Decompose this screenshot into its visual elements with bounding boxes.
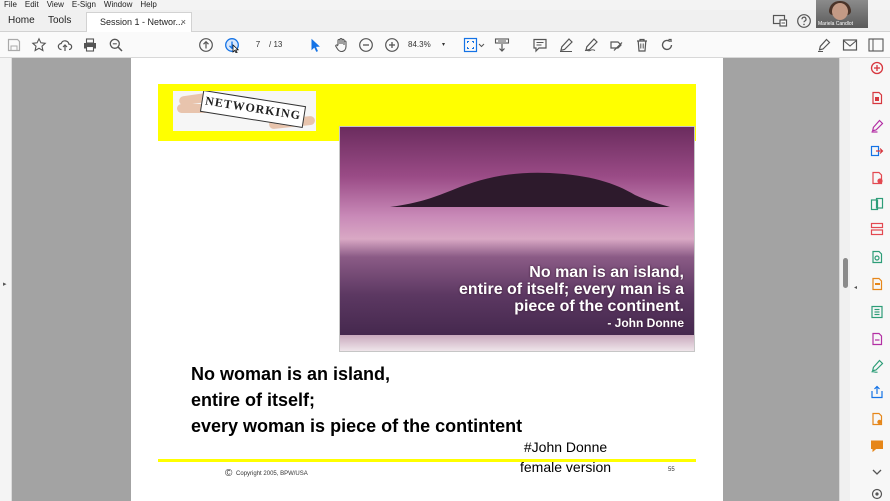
signature-line: #John Donne xyxy=(523,439,608,455)
customize-tools-icon[interactable] xyxy=(869,486,885,501)
tab-tools[interactable]: Tools xyxy=(48,10,71,32)
zoom-in-icon[interactable] xyxy=(384,37,400,53)
tab-document[interactable]: Session 1 - Networ... × xyxy=(86,12,192,32)
menu-view[interactable]: View xyxy=(43,0,68,10)
participant-name: Mariela Candlot xyxy=(818,21,854,27)
previous-page-icon[interactable] xyxy=(198,37,214,53)
redact-icon[interactable] xyxy=(869,276,885,292)
quote-line: entire of itself; every man is a xyxy=(459,281,684,298)
email-icon[interactable] xyxy=(842,37,858,53)
rotate-icon[interactable] xyxy=(659,37,675,53)
delete-trash-icon[interactable] xyxy=(634,37,650,53)
fill-sign-tool-icon[interactable] xyxy=(869,304,885,320)
create-pdf-icon[interactable] xyxy=(869,60,885,76)
select-cursor-icon[interactable] xyxy=(307,37,323,53)
cloud-upload-icon[interactable] xyxy=(57,37,73,53)
pdf-page: NETWORKING No man is an island, entire o… xyxy=(131,58,723,501)
bookmark-star-icon[interactable] xyxy=(31,37,47,53)
expand-left-pane-icon[interactable]: ▸ xyxy=(3,280,7,288)
export-pdf-icon[interactable] xyxy=(869,118,885,134)
scrolling-mode-icon[interactable] xyxy=(494,37,510,53)
slide-body-text: No woman is an island, entire of itself;… xyxy=(191,361,522,439)
quote-line: No man is an island, xyxy=(529,264,684,281)
hand-tool-icon[interactable] xyxy=(333,37,349,53)
menu-esign[interactable]: E-Sign xyxy=(68,0,100,10)
zoom-level-value: 84.3% xyxy=(408,40,431,49)
vertical-scrollbar[interactable] xyxy=(839,58,850,501)
quote-overlay: No man is an island, entire of itself; e… xyxy=(384,264,684,331)
body-line: every woman is piece of the contintent xyxy=(191,416,523,436)
comment-tool-icon[interactable] xyxy=(869,438,885,454)
fill-sign-icon[interactable] xyxy=(608,37,624,53)
total-pages: / 13 xyxy=(269,40,283,49)
menu-bar: File Edit View E-Sign Window Help xyxy=(0,0,890,10)
fit-page-icon[interactable] xyxy=(463,37,485,53)
protect-icon[interactable] xyxy=(869,249,885,265)
combine-files-icon[interactable] xyxy=(869,170,885,186)
quote-line: piece of the continent. xyxy=(514,298,684,315)
copyright-text: Copyright 2005, BPW/USA xyxy=(236,471,308,478)
menu-file[interactable]: File xyxy=(0,0,21,10)
left-nav-pane[interactable]: ▸ xyxy=(0,58,12,501)
edit-pdf-icon[interactable] xyxy=(869,90,885,106)
search-zoom-icon[interactable] xyxy=(108,37,124,53)
body-line: No woman is an island, xyxy=(191,364,391,384)
zoom-level-dropdown[interactable]: 84.3% ▾ xyxy=(408,38,450,52)
organize-pages-icon[interactable] xyxy=(869,144,885,160)
stamp-icon[interactable] xyxy=(869,411,885,427)
menu-window[interactable]: Window xyxy=(100,0,136,10)
toolbar: 7 / 13 84.3% ▾ xyxy=(0,32,890,58)
participant-face xyxy=(832,3,848,20)
screen-share-icon[interactable] xyxy=(772,13,788,29)
chevron-down-icon: ▾ xyxy=(442,42,446,48)
close-tab-icon[interactable]: × xyxy=(181,13,186,32)
footer-yellow-line xyxy=(158,459,696,462)
collapse-right-pane-icon[interactable]: ◂ xyxy=(854,284,857,291)
shoreline xyxy=(340,335,694,351)
current-page-input[interactable]: 7 xyxy=(250,38,266,52)
sign-pen-icon[interactable] xyxy=(816,37,832,53)
stamp-pen-icon[interactable] xyxy=(869,358,885,374)
tab-bar: Home Tools Session 1 - Networ... × xyxy=(0,10,890,32)
menu-edit[interactable]: Edit xyxy=(21,0,43,10)
share-icon[interactable] xyxy=(869,384,885,400)
tab-home[interactable]: Home xyxy=(8,10,35,32)
signature-annotation: #John Donne female version xyxy=(520,437,611,477)
copyright-notice: © Copyright 2005, BPW/USA xyxy=(225,468,308,479)
networking-logo-image: NETWORKING xyxy=(173,91,316,131)
save-icon[interactable] xyxy=(6,37,22,53)
video-thumbnail[interactable]: Mariela Candlot xyxy=(816,0,868,28)
print-icon[interactable] xyxy=(82,37,98,53)
more-options-icon[interactable] xyxy=(868,37,884,53)
highlight-pen-icon[interactable] xyxy=(558,37,574,53)
tab-document-title: Session 1 - Networ... xyxy=(100,17,184,27)
quote-attribution: - John Donne xyxy=(607,316,684,330)
draw-freehand-icon[interactable] xyxy=(583,37,599,53)
scan-ocr-icon[interactable] xyxy=(869,196,885,212)
next-page-icon[interactable] xyxy=(224,37,240,53)
comment-icon[interactable] xyxy=(532,37,548,53)
zoom-out-icon[interactable] xyxy=(358,37,374,53)
request-signature-icon[interactable] xyxy=(869,331,885,347)
slide-page-number: 55 xyxy=(668,467,675,473)
right-tools-pane: ◂ xyxy=(850,58,890,501)
scrollbar-thumb[interactable] xyxy=(843,258,848,288)
body-line: entire of itself; xyxy=(191,390,316,410)
help-icon[interactable] xyxy=(796,13,812,29)
logo-word: NETWORKING xyxy=(199,91,307,128)
copyright-symbol: © xyxy=(225,468,233,479)
compress-pdf-icon[interactable] xyxy=(869,221,885,237)
island-silhouette xyxy=(390,172,670,207)
island-photo: No man is an island, entire of itself; e… xyxy=(339,126,695,352)
menu-help[interactable]: Help xyxy=(136,0,160,10)
more-tools-icon[interactable] xyxy=(869,464,885,480)
